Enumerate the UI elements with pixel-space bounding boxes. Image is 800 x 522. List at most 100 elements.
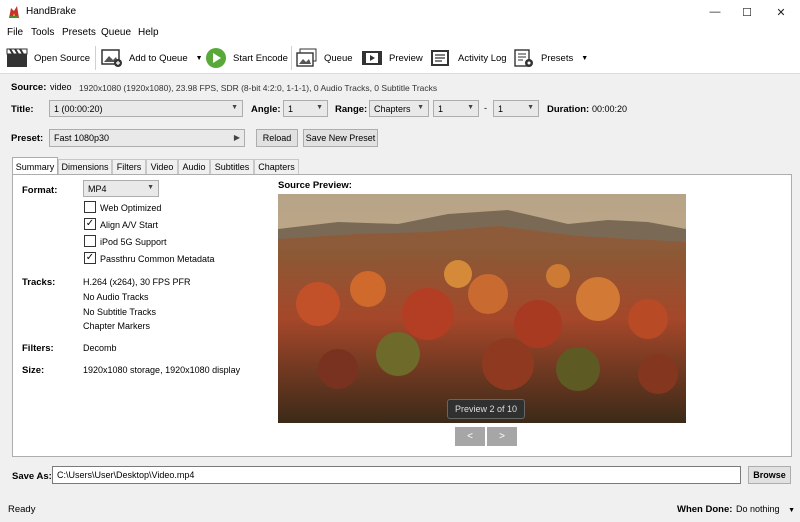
range-end-select[interactable]: 1 ▼	[493, 100, 539, 117]
align-av-start-checkbox[interactable]: ✓	[84, 218, 96, 230]
range-dash: -	[484, 103, 487, 113]
angle-select-value: 1	[288, 103, 294, 114]
tab-summary[interactable]: Summary	[12, 157, 58, 175]
chevron-down-icon: ▼	[417, 104, 424, 111]
menu-help[interactable]: Help	[138, 27, 159, 38]
menu-file[interactable]: File	[7, 27, 23, 38]
add-to-queue-label: Add to Queue	[129, 52, 188, 64]
format-select[interactable]: MP4 ▼	[83, 180, 159, 197]
presets-button[interactable]: Presets ▼	[513, 45, 588, 71]
open-source-label: Open Source	[34, 52, 90, 64]
preview-prev-button[interactable]: <	[455, 427, 485, 446]
tab-filters[interactable]: Filters	[112, 159, 146, 174]
activity-log-button[interactable]: Activity Log	[430, 45, 507, 71]
preset-select[interactable]: Fast 1080p30 ▶	[49, 129, 245, 147]
menu-tools[interactable]: Tools	[31, 27, 54, 38]
checkmark-icon: ✓	[85, 218, 95, 229]
save-as-label: Save As:	[12, 471, 52, 482]
save-as-path-input[interactable]: C:\Users\User\Desktop\Video.mp4	[52, 466, 741, 484]
source-name: video	[50, 82, 72, 92]
queue-button[interactable]: Queue	[296, 45, 353, 71]
save-new-preset-button[interactable]: Save New Preset	[303, 129, 378, 147]
passthru-metadata-checkbox[interactable]: ✓	[84, 252, 96, 264]
tab-audio[interactable]: Audio	[178, 159, 210, 174]
size-label: Size:	[22, 365, 45, 376]
title-label: Title:	[11, 104, 34, 115]
close-button[interactable]: ✕	[764, 0, 798, 24]
add-image-icon	[101, 47, 123, 69]
chevron-down-icon: ▼	[527, 104, 534, 111]
menu-presets[interactable]: Presets	[62, 27, 96, 38]
track-video: H.264 (x264), 30 FPS PFR	[83, 277, 191, 287]
reload-button[interactable]: Reload	[256, 129, 298, 147]
preview-label: Preview	[389, 52, 423, 64]
start-encode-label: Start Encode	[233, 52, 288, 64]
toolbar-separator	[291, 46, 292, 70]
presets-label: Presets	[541, 52, 574, 64]
film-clapper-icon	[6, 47, 28, 69]
tab-video[interactable]: Video	[146, 159, 178, 174]
chevron-down-icon: ▼	[788, 507, 795, 514]
add-to-queue-button[interactable]: Add to Queue ▼	[101, 45, 203, 71]
source-details: 1920x1080 (1920x1080), 23.98 FPS, SDR (8…	[79, 83, 438, 93]
filters-label: Filters:	[22, 343, 54, 354]
ipod-support-checkbox[interactable]	[84, 235, 96, 247]
play-icon	[205, 47, 227, 69]
minimize-button[interactable]: —	[698, 0, 732, 24]
passthru-metadata-label: Passthru Common Metadata	[100, 254, 215, 264]
chevron-right-icon: ▶	[233, 133, 240, 142]
window-title: HandBrake	[26, 6, 77, 17]
duration-value: 00:00:20	[592, 104, 628, 114]
chevron-down-icon: ▼	[147, 184, 154, 191]
when-done-value: Do nothing	[736, 504, 780, 514]
chevron-down-icon[interactable]: ▼	[196, 55, 203, 62]
menu-queue[interactable]: Queue	[101, 27, 131, 38]
presets-settings-icon	[513, 47, 535, 69]
angle-label: Angle:	[251, 104, 281, 115]
source-preview-label: Source Preview:	[278, 180, 352, 191]
preview-button[interactable]: Preview	[361, 45, 423, 71]
checkmark-icon: ✓	[85, 252, 95, 263]
open-source-button[interactable]: Open Source	[6, 45, 90, 71]
queue-images-icon	[296, 47, 318, 69]
when-done-select[interactable]: Do nothing ▼	[736, 504, 795, 514]
format-label: Format:	[22, 185, 58, 196]
chevron-down-icon: ▼	[467, 104, 474, 111]
web-optimized-checkbox[interactable]	[84, 201, 96, 213]
queue-label: Queue	[324, 52, 353, 64]
web-optimized-label: Web Optimized	[100, 203, 162, 213]
format-select-value: MP4	[88, 183, 107, 194]
chevron-down-icon[interactable]: ▼	[581, 55, 588, 62]
filters-value: Decomb	[83, 343, 117, 353]
browse-button[interactable]: Browse	[748, 466, 791, 484]
range-select[interactable]: Chapters ▼	[369, 100, 429, 117]
range-end-value: 1	[498, 103, 504, 114]
status-text: Ready	[8, 504, 36, 515]
range-start-select[interactable]: 1 ▼	[433, 100, 479, 117]
duration-label: Duration:	[547, 104, 590, 115]
start-encode-button[interactable]: Start Encode	[205, 45, 288, 71]
angle-select[interactable]: 1 ▼	[283, 100, 328, 117]
ipod-support-label: iPod 5G Support	[100, 237, 167, 247]
size-value: 1920x1080 storage, 1920x1080 display	[83, 365, 241, 375]
maximize-button[interactable]: ☐	[730, 0, 764, 24]
preview-badge: Preview 2 of 10	[447, 399, 525, 419]
preview-next-button[interactable]: >	[487, 427, 517, 446]
film-strip-icon	[361, 47, 383, 69]
track-subtitles: No Subtitle Tracks	[83, 307, 157, 317]
handbrake-app-icon	[7, 5, 21, 19]
tab-chapters[interactable]: Chapters	[254, 159, 299, 174]
title-select[interactable]: 1 (00:00:20) ▼	[49, 100, 243, 117]
title-bar	[0, 0, 800, 24]
chevron-down-icon: ▼	[231, 104, 238, 111]
source-label: Source:	[11, 82, 47, 93]
tab-subtitles[interactable]: Subtitles	[210, 159, 254, 174]
when-done-label: When Done:	[677, 504, 733, 515]
track-audio: No Audio Tracks	[83, 292, 149, 302]
title-select-value: 1 (00:00:20)	[54, 103, 103, 114]
track-chapters: Chapter Markers	[83, 321, 151, 331]
activity-log-label: Activity Log	[458, 52, 507, 64]
tracks-label: Tracks:	[22, 277, 56, 288]
align-av-start-label: Align A/V Start	[100, 220, 159, 230]
tab-dimensions[interactable]: Dimensions	[58, 159, 112, 174]
